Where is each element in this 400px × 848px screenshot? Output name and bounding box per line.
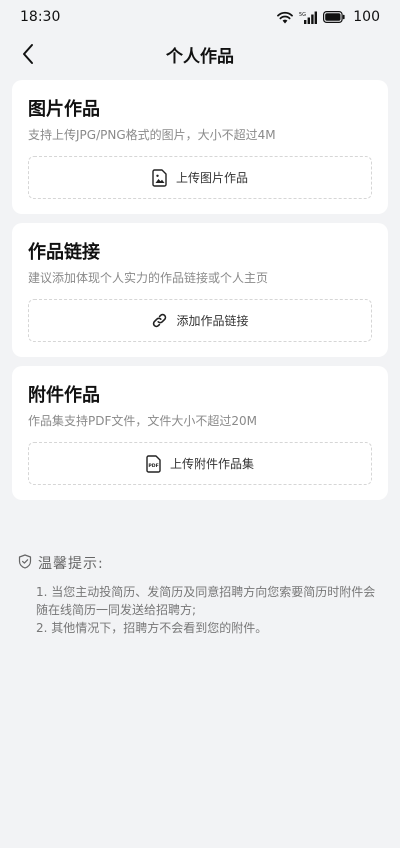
nav-bar: 个人作品	[0, 34, 400, 74]
tip-item: 2. 其他情况下，招聘方不会看到您的附件。	[36, 621, 268, 635]
tips-header: 温馨提示:	[18, 553, 380, 573]
tips-list: 1. 当您主动投简历、发简历及同意招聘方向您索要简历时附件会随在线简历一同发送给…	[18, 583, 380, 637]
card-title: 附件作品	[28, 385, 100, 406]
upload-attachment-button[interactable]: PDF 上传附件作品集	[28, 442, 372, 485]
battery-icon	[323, 11, 345, 23]
status-time: 18:30	[20, 9, 61, 25]
upload-attachment-label: 上传附件作品集	[169, 457, 254, 471]
page-title: 个人作品	[166, 46, 234, 67]
card-description: 建议添加体现个人实力的作品链接或个人主页	[28, 271, 269, 285]
tips-section: 温馨提示: 1. 当您主动投简历、发简历及同意招聘方向您索要简历时附件会随在线简…	[0, 509, 400, 637]
image-works-card: 图片作品 支持上传JPG/PNG格式的图片，大小不超过4M 上传图片作品	[12, 80, 388, 214]
wifi-icon	[277, 11, 294, 24]
svg-text:5G: 5G	[299, 12, 306, 18]
status-bar: 18:30 5G 100	[0, 0, 400, 34]
card-description: 作品集支持PDF文件，文件大小不超过20M	[28, 414, 258, 428]
back-button[interactable]	[14, 40, 42, 68]
tips-title: 温馨提示:	[38, 556, 104, 572]
add-link-button[interactable]: 添加作品链接	[28, 299, 372, 342]
card-title: 作品链接	[28, 242, 100, 263]
attachment-works-card: 附件作品 作品集支持PDF文件，文件大小不超过20M PDF 上传附件作品集	[12, 366, 388, 500]
upload-image-button[interactable]: 上传图片作品	[28, 156, 372, 199]
image-icon	[152, 168, 168, 187]
add-link-label: 添加作品链接	[176, 314, 249, 328]
status-icons: 5G 100	[277, 9, 380, 25]
tip-item: 1. 当您主动投简历、发简历及同意招聘方向您索要简历时附件会随在线简历一同发送给…	[36, 585, 376, 617]
card-description: 支持上传JPG/PNG格式的图片，大小不超过4M	[28, 128, 276, 142]
upload-image-label: 上传图片作品	[175, 171, 248, 185]
main-content: 图片作品 支持上传JPG/PNG格式的图片，大小不超过4M 上传图片作品 作品链…	[0, 74, 400, 500]
link-icon	[151, 312, 168, 329]
shield-check-icon	[18, 553, 32, 573]
card-title: 图片作品	[28, 99, 100, 120]
cellular-signal-icon: 5G	[299, 11, 318, 24]
battery-level: 100	[353, 9, 380, 25]
works-link-card: 作品链接 建议添加体现个人实力的作品链接或个人主页 添加作品链接	[12, 223, 388, 357]
pdf-icon: PDF	[146, 454, 162, 473]
chevron-left-icon	[23, 44, 33, 64]
svg-text:PDF: PDF	[148, 463, 158, 469]
